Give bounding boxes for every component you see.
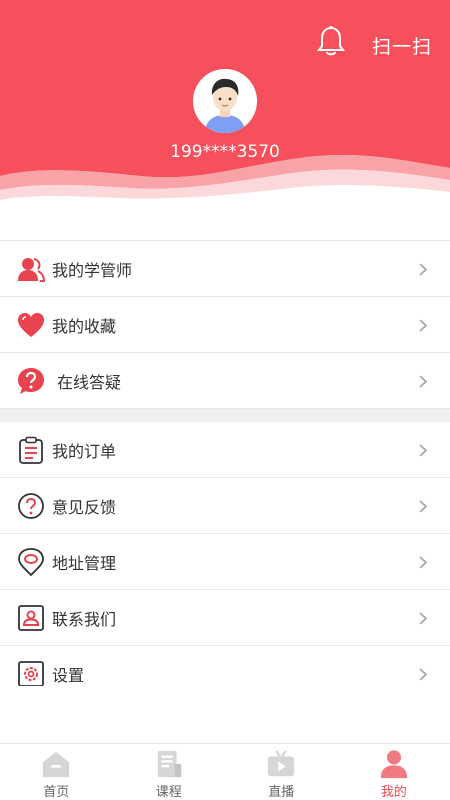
- scan-button[interactable]: 扫一扫: [372, 32, 432, 59]
- menu-item-label: 我的收藏: [52, 316, 117, 336]
- avatar[interactable]: [193, 69, 257, 133]
- settings-gear-icon: [18, 661, 44, 686]
- menu-item-label: 在线答疑: [57, 372, 122, 392]
- user-phone-number: 199****3570: [170, 142, 280, 162]
- chevron-right-icon: [419, 319, 428, 332]
- menu-item-label: 联系我们: [52, 609, 117, 629]
- course-icon: [157, 750, 181, 778]
- chevron-right-icon: [419, 612, 428, 625]
- tab-label: 首页: [43, 785, 70, 800]
- bottom-tab-bar: 首页 课程 直播 我的: [0, 743, 450, 800]
- tab-label: 我的: [380, 785, 407, 800]
- menu-item-address[interactable]: 地址管理: [0, 534, 450, 590]
- menu-item-settings[interactable]: 设置: [0, 646, 450, 686]
- profile-header: 扫一扫 199****3570: [0, 0, 450, 240]
- menu-group-secondary: 我的订单 意见反馈 地址管理 联系我们 设置: [0, 422, 450, 686]
- menu-item-tutor[interactable]: 我的学管师: [0, 241, 450, 297]
- question-circle-icon: [18, 493, 44, 519]
- chevron-right-icon: [419, 263, 428, 276]
- avatar-boy-icon: [193, 69, 257, 133]
- menu-item-online-qa[interactable]: 在线答疑: [0, 353, 450, 409]
- menu-item-contact[interactable]: 联系我们: [0, 590, 450, 646]
- menu-item-favorites[interactable]: 我的收藏: [0, 297, 450, 353]
- bell-icon[interactable]: [314, 24, 348, 58]
- user-tutor-icon: [18, 258, 45, 282]
- home-icon: [43, 751, 70, 778]
- tab-home[interactable]: 首页: [0, 744, 113, 800]
- tab-label: 直播: [268, 785, 295, 800]
- location-icon: [18, 548, 44, 576]
- menu-item-feedback[interactable]: 意见反馈: [0, 478, 450, 534]
- contact-card-icon: [18, 605, 44, 631]
- tab-live[interactable]: 直播: [225, 744, 338, 800]
- chevron-right-icon: [419, 500, 428, 513]
- chevron-right-icon: [419, 444, 428, 457]
- menu-item-label: 我的学管师: [52, 260, 133, 280]
- heart-icon: [18, 313, 44, 337]
- menu-item-label: 意见反馈: [52, 497, 117, 517]
- section-divider: [0, 409, 450, 422]
- menu-item-label: 我的订单: [52, 441, 117, 461]
- menu-group-primary: 我的学管师 我的收藏 在线答疑: [0, 240, 450, 409]
- menu-item-orders[interactable]: 我的订单: [0, 422, 450, 478]
- tab-mine[interactable]: 我的: [338, 744, 450, 800]
- tab-label: 课程: [155, 785, 182, 800]
- chevron-right-icon: [419, 668, 428, 681]
- chevron-right-icon: [419, 556, 428, 569]
- menu-item-label: 地址管理: [52, 553, 117, 573]
- chevron-right-icon: [419, 375, 428, 388]
- tab-course[interactable]: 课程: [113, 744, 226, 800]
- live-tv-icon: [268, 750, 295, 777]
- profile-icon: [380, 750, 407, 779]
- question-bubble-icon: [18, 368, 44, 394]
- menu-item-label: 设置: [52, 665, 85, 685]
- clipboard-icon: [19, 436, 43, 464]
